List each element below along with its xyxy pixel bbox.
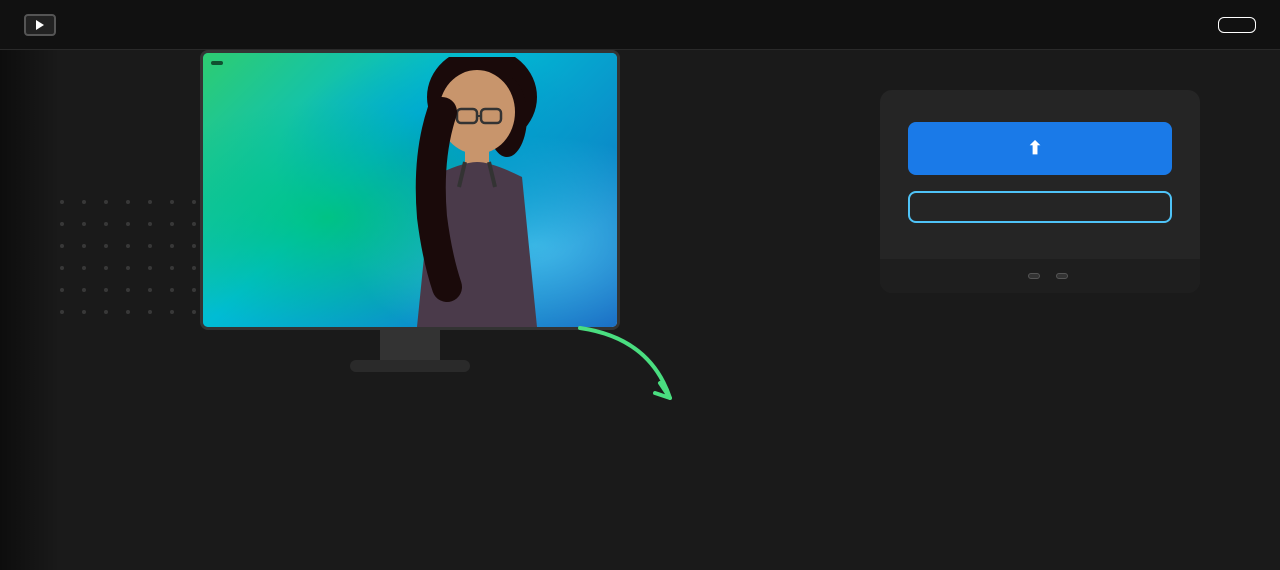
dot (82, 222, 86, 226)
dot (170, 244, 174, 248)
person-figure (377, 57, 577, 327)
dot (148, 244, 152, 248)
dot (60, 244, 64, 248)
main-content: const dp = document.querySelector('.dot-… (0, 50, 1280, 570)
dot (104, 200, 108, 204)
monitor-stand (380, 330, 440, 360)
v-key (1056, 273, 1068, 279)
dot (60, 200, 64, 204)
dot (82, 244, 86, 248)
logo[interactable] (24, 14, 64, 36)
left-edge-gradient (0, 50, 60, 570)
arrow-wrapper (570, 318, 690, 422)
dot (60, 266, 64, 270)
upload-panel: ⬆ (880, 90, 1200, 293)
login-button[interactable] (1218, 17, 1256, 33)
monitor-screen (203, 53, 617, 327)
search-gif-button[interactable] (908, 191, 1172, 223)
dot (170, 200, 174, 204)
dot (192, 244, 196, 248)
dot (126, 222, 130, 226)
monitor-base (350, 360, 470, 372)
dot (82, 200, 86, 204)
dot (148, 200, 152, 204)
dot (192, 222, 196, 226)
dot (60, 310, 64, 314)
dot (60, 288, 64, 292)
dot (170, 222, 174, 226)
dot (192, 200, 196, 204)
ctrl-key (1028, 273, 1040, 279)
supported-formats (908, 243, 1172, 259)
dot (60, 222, 64, 226)
dot (148, 222, 152, 226)
hero-section (80, 258, 840, 362)
dot (126, 200, 130, 204)
upload-clip-button[interactable]: ⬆ (908, 122, 1172, 175)
dot (126, 244, 130, 248)
upload-icon: ⬆ (1027, 138, 1042, 159)
navbar (0, 0, 1280, 50)
paste-bar (880, 259, 1200, 293)
video-timestamp (211, 61, 223, 65)
dot (104, 244, 108, 248)
arrow-icon (570, 318, 690, 418)
monitor-wrapper (200, 50, 620, 372)
logo-icon (24, 14, 56, 36)
dot (104, 222, 108, 226)
monitor (200, 50, 620, 330)
